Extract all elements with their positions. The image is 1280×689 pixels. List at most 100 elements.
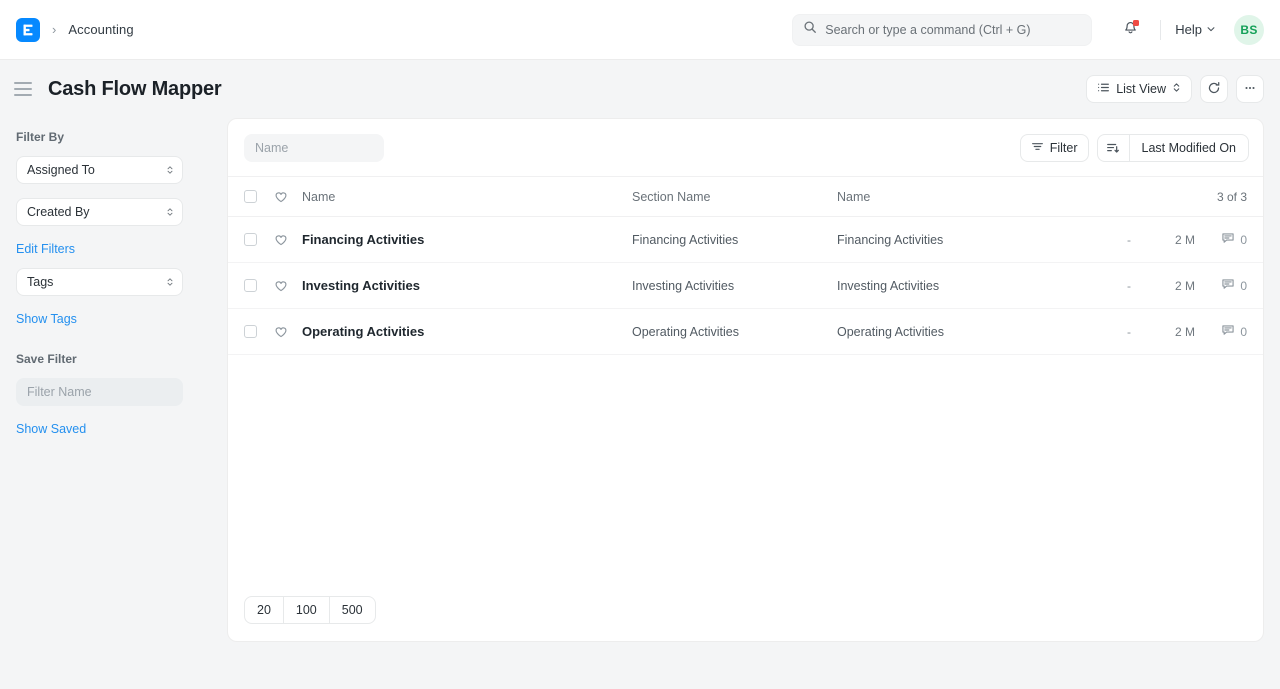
page-size-100[interactable]: 100 — [284, 597, 330, 623]
row-checkbox[interactable] — [244, 325, 257, 338]
notifications-button[interactable] — [1114, 14, 1146, 46]
page-title: Cash Flow Mapper — [48, 78, 222, 101]
filter-assigned-to-label: Assigned To — [27, 163, 95, 177]
like-header-icon — [274, 190, 288, 204]
row-meta: - 2 M 0 — [1087, 231, 1247, 248]
filter-icon — [1031, 140, 1044, 156]
row-name-link[interactable]: Investing Activities — [302, 278, 632, 293]
row-meta: - 2 M 0 — [1087, 277, 1247, 294]
filter-assigned-to[interactable]: Assigned To — [16, 156, 183, 184]
column-header-name[interactable]: Name — [302, 190, 632, 204]
page-size-selector: 20 100 500 — [244, 596, 376, 624]
more-options-button[interactable] — [1236, 75, 1264, 103]
row-assigned: - — [1109, 279, 1149, 293]
search-input[interactable] — [825, 23, 1081, 37]
breadcrumb-separator: › — [50, 22, 58, 37]
row-comments[interactable]: 0 — [1195, 277, 1247, 294]
filter-sidebar: Filter By Assigned To Created By Edit Fi… — [0, 118, 227, 689]
hamburger-line — [14, 88, 32, 90]
page-header: Cash Flow Mapper List View — [0, 60, 1280, 118]
list-main: Filter Last Modified On — [227, 118, 1280, 689]
heart-icon[interactable] — [274, 325, 288, 339]
heart-icon[interactable] — [274, 233, 288, 247]
filter-by-label: Filter By — [16, 130, 211, 144]
sort-field-button[interactable]: Last Modified On — [1130, 135, 1249, 161]
table-row[interactable]: Investing Activities Investing Activitie… — [228, 263, 1263, 309]
sidebar-gap — [16, 406, 211, 420]
list-view-label: List View — [1116, 82, 1166, 96]
list-card: Filter Last Modified On — [227, 118, 1264, 642]
show-tags-link[interactable]: Show Tags — [16, 312, 77, 326]
filter-tags-label: Tags — [27, 275, 53, 289]
refresh-icon — [1207, 81, 1221, 98]
list-view-icon — [1097, 81, 1110, 97]
row-name-2: Operating Activities — [837, 325, 1087, 339]
refresh-button[interactable] — [1200, 75, 1228, 103]
row-comments[interactable]: 0 — [1195, 231, 1247, 248]
row-name-2: Investing Activities — [837, 279, 1087, 293]
filter-tags[interactable]: Tags — [16, 268, 183, 296]
list-view-button[interactable]: List View — [1086, 75, 1192, 103]
row-section-name: Investing Activities — [632, 279, 837, 293]
filter-created-by-label: Created By — [27, 205, 90, 219]
navbar-icons: Help BS — [1114, 14, 1264, 46]
edit-filters-link[interactable]: Edit Filters — [16, 242, 75, 256]
sort-descending-icon[interactable] — [1098, 135, 1130, 161]
row-modified: 2 M — [1149, 279, 1195, 293]
row-comments[interactable]: 0 — [1195, 323, 1247, 340]
page-size-500[interactable]: 500 — [330, 597, 375, 623]
filter-button[interactable]: Filter — [1020, 134, 1089, 162]
avatar[interactable]: BS — [1234, 15, 1264, 45]
list-header-row: Name Section Name Name 3 of 3 — [228, 177, 1263, 217]
sort-control: Last Modified On — [1097, 134, 1250, 162]
list-count-wrap: 3 of 3 — [1087, 190, 1247, 204]
row-checkbox[interactable] — [244, 279, 257, 292]
global-search[interactable] — [792, 14, 1092, 46]
row-checkbox[interactable] — [244, 233, 257, 246]
row-assigned: - — [1109, 325, 1149, 339]
row-comment-count: 0 — [1240, 325, 1247, 339]
chevron-up-down-icon — [1172, 81, 1181, 97]
row-comment-count: 0 — [1240, 233, 1247, 247]
page-size-20[interactable]: 20 — [245, 597, 284, 623]
row-assigned: - — [1109, 233, 1149, 247]
search-icon — [803, 20, 817, 39]
hamburger-line — [14, 82, 32, 84]
filter-button-label: Filter — [1050, 141, 1078, 155]
column-header-name-2[interactable]: Name — [837, 190, 1087, 204]
list-footer: 20 100 500 — [228, 579, 1263, 641]
page-header-actions: List View — [1086, 75, 1264, 103]
comment-icon — [1221, 323, 1235, 340]
navbar-divider — [1160, 20, 1161, 40]
table-row[interactable]: Operating Activities Operating Activitie… — [228, 309, 1263, 355]
select-all-checkbox[interactable] — [244, 190, 257, 203]
row-modified: 2 M — [1149, 325, 1195, 339]
column-header-section-name[interactable]: Section Name — [632, 190, 837, 204]
save-filter-label: Save Filter — [16, 352, 211, 366]
comment-icon — [1221, 277, 1235, 294]
name-filter-input[interactable] — [244, 134, 384, 162]
row-name-2: Financing Activities — [837, 233, 1087, 247]
chevron-down-icon — [1206, 22, 1216, 37]
sidebar-gap — [16, 258, 211, 268]
erpnext-logo-icon[interactable] — [16, 18, 40, 42]
chevron-up-down-icon — [166, 206, 174, 218]
chevron-up-down-icon — [166, 164, 174, 176]
notification-badge — [1133, 20, 1139, 26]
list-toolbar: Filter Last Modified On — [228, 119, 1263, 177]
sidebar-gap — [16, 328, 211, 352]
row-modified: 2 M — [1149, 233, 1195, 247]
filter-name-input[interactable] — [16, 378, 183, 406]
filter-created-by[interactable]: Created By — [16, 198, 183, 226]
heart-icon[interactable] — [274, 279, 288, 293]
breadcrumb-accounting[interactable]: Accounting — [68, 22, 133, 37]
hamburger-menu-icon[interactable] — [14, 78, 36, 100]
page-body: Filter By Assigned To Created By Edit Fi… — [0, 118, 1280, 689]
row-name-link[interactable]: Operating Activities — [302, 324, 632, 339]
show-saved-link[interactable]: Show Saved — [16, 422, 86, 436]
help-menu[interactable]: Help — [1175, 22, 1216, 37]
table-row[interactable]: Financing Activities Financing Activitie… — [228, 217, 1263, 263]
row-section-name: Financing Activities — [632, 233, 837, 247]
help-label: Help — [1175, 22, 1202, 37]
row-name-link[interactable]: Financing Activities — [302, 232, 632, 247]
